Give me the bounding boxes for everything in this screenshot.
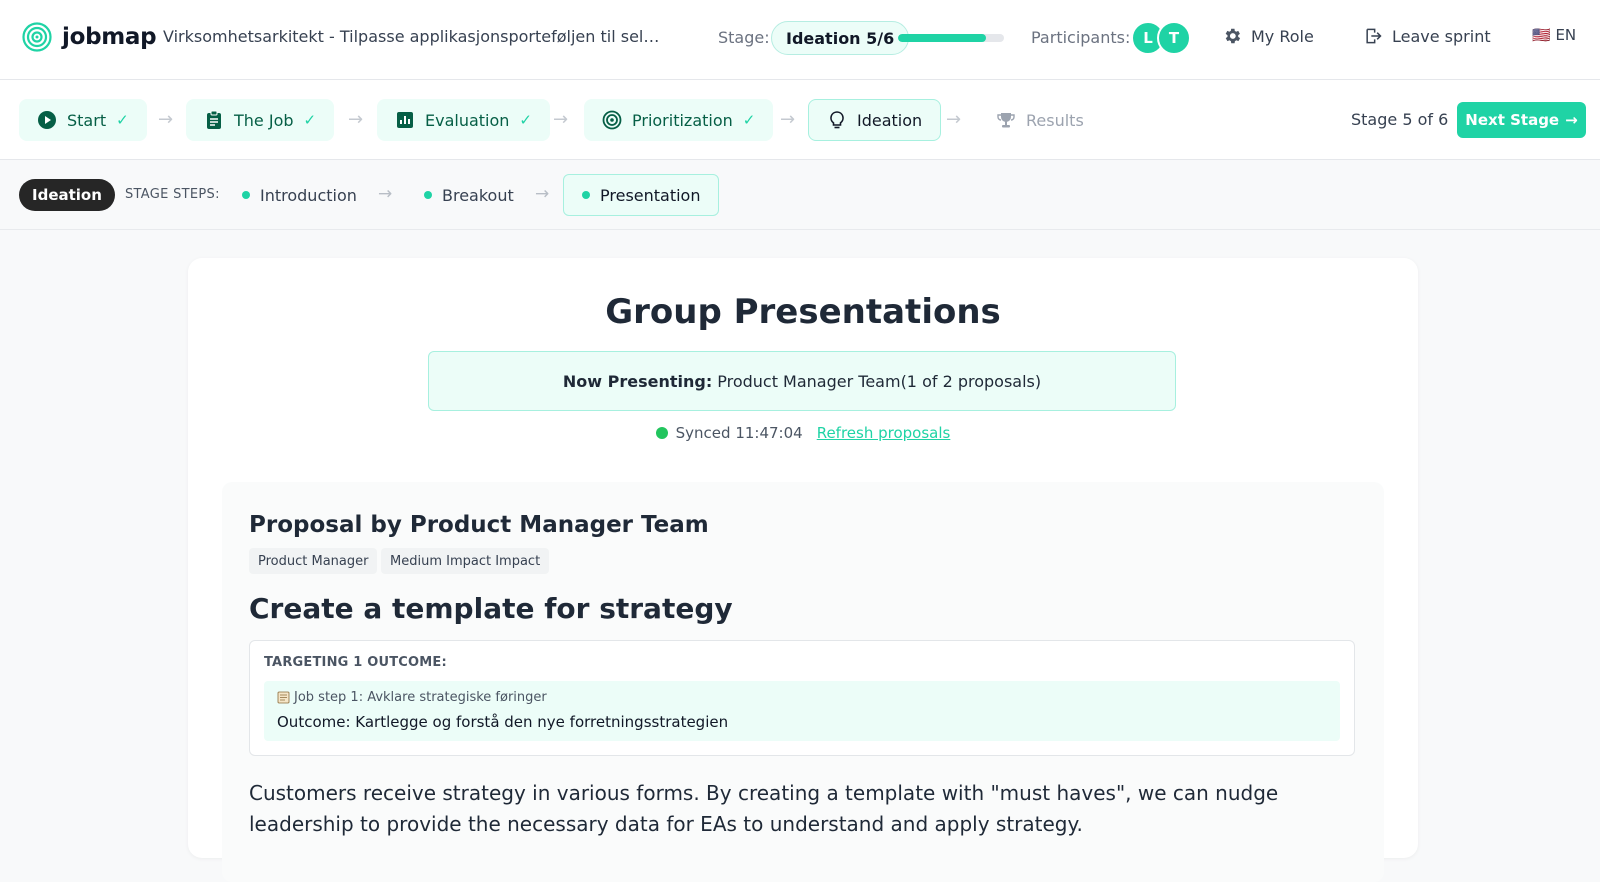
status-dot-icon [655,427,668,439]
stage-prioritization[interactable]: Prioritization ✓ [584,99,774,141]
stage-label: Results [1026,110,1084,130]
step-dot-icon [242,191,250,199]
stage-progress-fill [898,34,986,42]
step-label: Breakout [442,185,514,205]
step-breakout[interactable]: Breakout [406,174,532,216]
step-label: Presentation [600,185,701,205]
check-icon: ✓ [116,111,129,129]
exit-icon [1366,28,1382,44]
synced-time: Synced 11:47:04 [675,424,803,442]
app-name: jobmap [62,24,157,50]
refresh-proposals-link[interactable]: Refresh proposals [817,424,951,442]
arrow-right-icon: → [158,109,174,130]
participants-label: Participants: [1031,28,1131,47]
language-selector[interactable]: 🇺🇸 EN [1532,26,1576,44]
stage-label: Stage: [718,28,770,47]
step-label: Introduction [260,185,357,205]
top-bar: jobmap Virksomhetsarkitekt - Tilpasse ap… [0,0,1600,80]
stage-progress-bar [898,34,1004,42]
trophy-icon [997,113,1015,128]
bar-chart-icon [397,112,413,128]
proposal-title: Create a template for strategy [249,592,733,625]
stage-evaluation[interactable]: Evaluation ✓ [377,99,550,141]
step-introduction[interactable]: Introduction [224,174,375,216]
stage-label: Prioritization [632,110,733,130]
stage-label: Start [67,110,107,130]
arrow-right-icon: → [378,184,393,204]
leave-sprint-label: Leave sprint [1392,26,1491,46]
now-presenting-label: Now Presenting: [562,371,713,391]
now-presenting-value: Product Manager Team(1 of 2 proposals) [717,371,1042,391]
stage-the-job[interactable]: The Job ✓ [186,99,335,141]
participant-avatar[interactable]: T [1157,21,1191,55]
target-icon [602,110,622,130]
presentation-card: Group Presentations Now Presenting: Prod… [188,258,1418,882]
arrow-right-icon: → [553,109,569,130]
next-stage-button[interactable]: Next Stage → [1457,102,1586,138]
stage-steps-bar: Ideation STAGE STEPS: Introduction → Bre… [0,160,1600,230]
step-presentation[interactable]: Presentation [563,174,720,216]
arrow-right-icon: → [535,184,550,204]
page-title: Group Presentations [605,292,1001,332]
step-dot-icon [582,191,590,199]
check-icon: ✓ [519,111,532,129]
job-step: Job step 1: Avklare strategiske føringer [277,690,547,705]
stage-navigation: Start ✓ → The Job ✓ → Evaluation ✓ → Pri… [0,80,1600,160]
step-dot-icon [424,191,432,199]
check-icon: ✓ [303,111,317,129]
clipboard-icon [207,110,221,129]
outcome-item: Job step 1: Avklare strategiske føringer… [264,681,1340,741]
arrow-right-icon: → [946,109,962,130]
targeted-outcomes: TARGETING 1 OUTCOME: Job step 1: Avklare… [249,640,1355,756]
sprint-title: Virksomhetsarkitekt - Tilpasse applikasj… [163,27,663,46]
arrow-right-icon: → [1565,111,1578,129]
outcome-text: Outcome: Kartlegge og forstå den nye for… [277,713,729,731]
targeting-label: TARGETING 1 OUTCOME: [264,655,447,670]
notepad-icon [277,691,290,704]
current-stage-pill: Ideation [19,179,115,211]
proposal-description: Customers receive strategy in various fo… [249,781,1279,836]
lightbulb-icon [830,111,844,129]
stage-ideation[interactable]: Ideation [808,99,942,141]
language-label: 🇺🇸 EN [1532,26,1577,44]
stage-label: The Job [234,110,294,130]
stage-count: Stage 5 of 6 [1351,110,1449,129]
impact-tag: Medium Impact Impact [381,548,550,574]
jobmap-logo-icon [22,22,52,52]
proposal-author: Proposal by Product Manager Team [249,512,709,538]
proposal-panel: Proposal by Product Manager Team Product… [222,482,1384,882]
logo[interactable]: jobmap [22,22,157,52]
sync-status: Synced 11:47:04 Refresh proposals [188,424,1418,442]
now-presenting-banner: Now Presenting: Product Manager Team(1 o… [428,351,1176,411]
stage-start[interactable]: Start ✓ [19,99,147,141]
check-icon: ✓ [742,111,756,129]
stage-badge: Ideation 5/6 [771,21,910,55]
arrow-right-icon: → [780,109,796,130]
role-tag: Product Manager [249,548,378,574]
arrow-right-icon: → [348,109,364,130]
gear-icon [1225,28,1241,44]
my-role-button[interactable]: My Role [1222,26,1314,46]
stage-results[interactable]: Results [978,99,1102,141]
stage-label: Evaluation [425,110,510,130]
stage-label: Ideation [857,110,923,130]
my-role-label: My Role [1251,26,1314,46]
job-step-label: Job step 1: Avklare strategiske føringer [294,690,547,705]
leave-sprint-button[interactable]: Leave sprint [1363,26,1491,46]
play-icon [38,111,56,129]
next-stage-label: Next Stage [1465,111,1560,129]
stage-steps-label: STAGE STEPS: [125,187,220,202]
